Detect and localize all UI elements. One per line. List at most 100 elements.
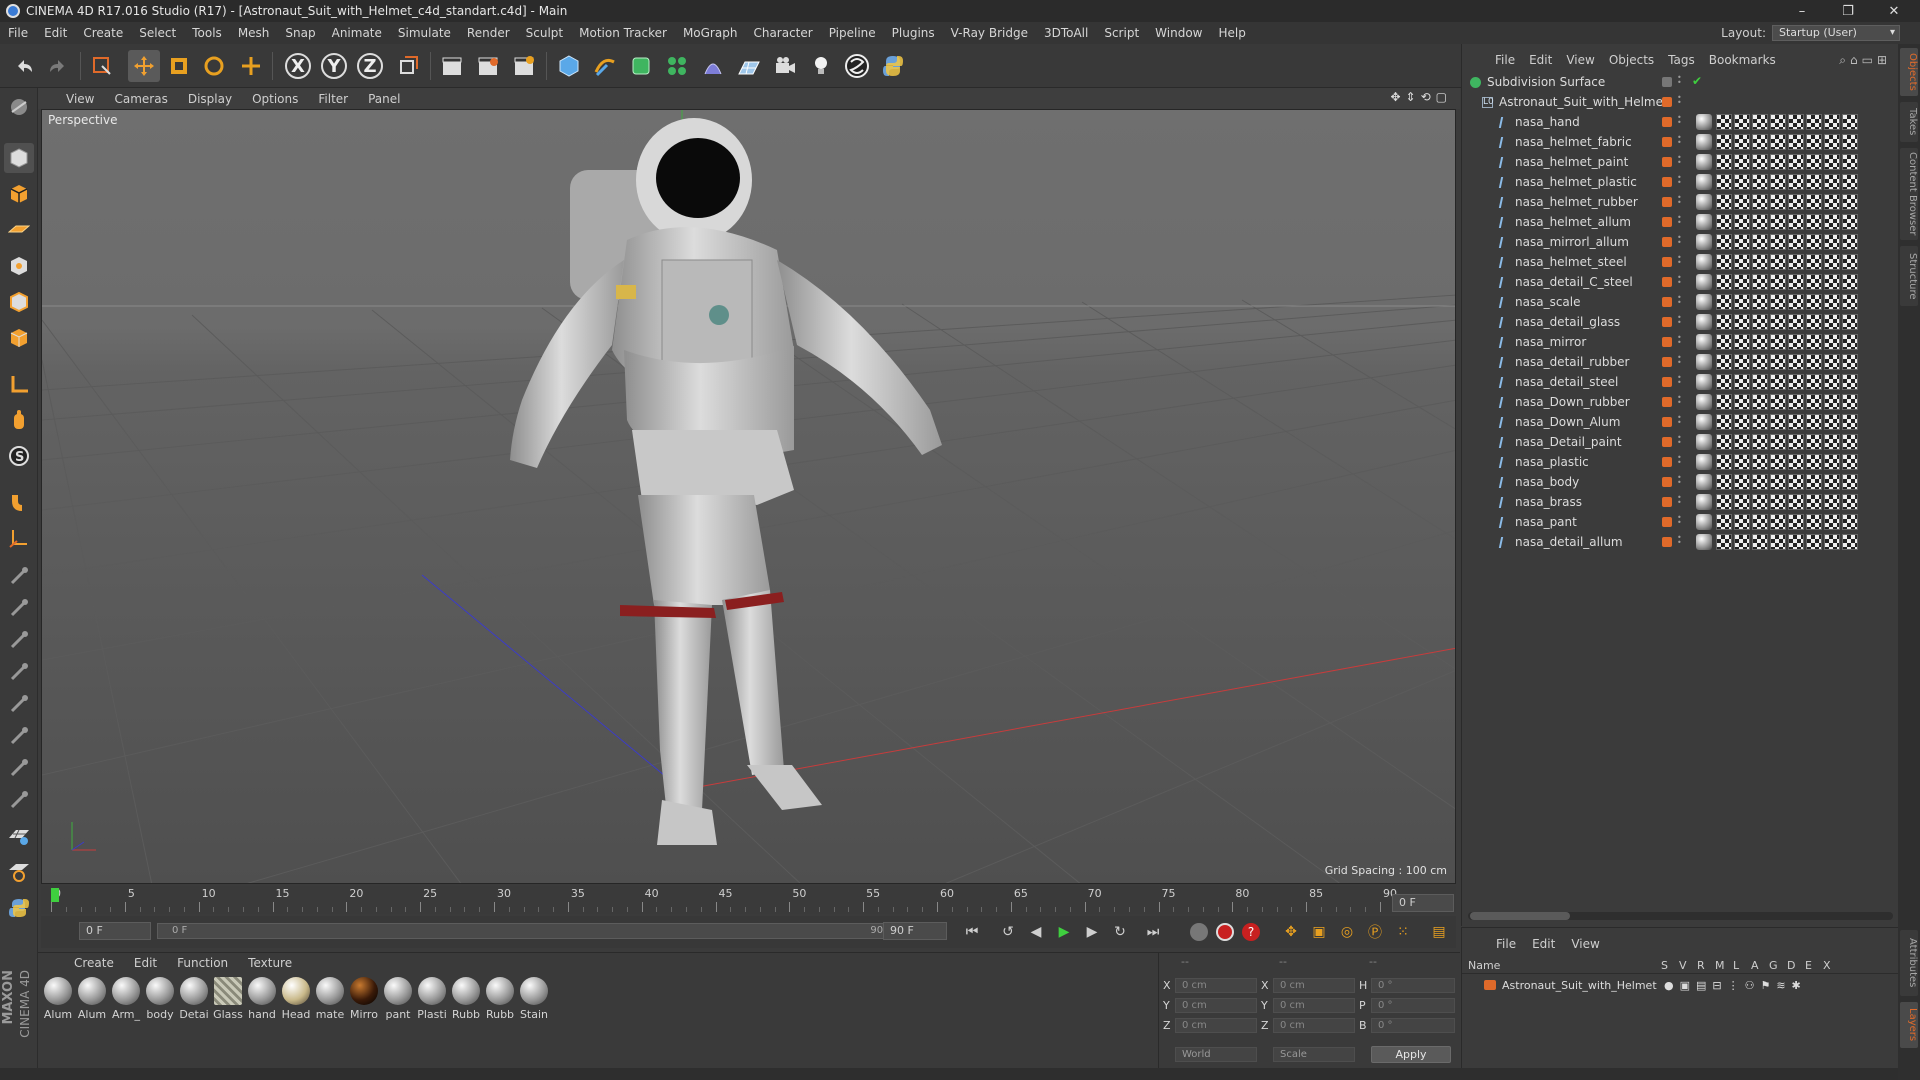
material-menu-function[interactable]: Function xyxy=(167,956,238,970)
texture-tag-icon[interactable] xyxy=(1716,154,1732,170)
current-frame-field[interactable]: 0 F xyxy=(1392,894,1454,912)
texture-tag-icon[interactable] xyxy=(1716,474,1732,490)
viewport-menu-cameras[interactable]: Cameras xyxy=(104,92,177,106)
texture-tag-icon[interactable] xyxy=(1842,134,1858,150)
texture-tag-icon[interactable] xyxy=(1716,214,1732,230)
texture-tag-icon[interactable] xyxy=(1788,434,1804,450)
sculpt-symmetry-button[interactable] xyxy=(4,856,34,886)
texture-tag-icon[interactable] xyxy=(1734,294,1750,310)
texture-tag-icon[interactable] xyxy=(1842,514,1858,530)
menu-script[interactable]: Script xyxy=(1096,26,1147,40)
maximize-button[interactable]: ❐ xyxy=(1826,0,1870,22)
material-tag-icon[interactable] xyxy=(1696,234,1712,250)
python-button[interactable] xyxy=(877,50,909,82)
texture-tag-icon[interactable] xyxy=(1716,334,1732,350)
key-pla-button[interactable]: ⁙ xyxy=(1391,920,1415,944)
coordinate-system-button[interactable] xyxy=(392,50,424,82)
object-row[interactable]: nasa_helmet_rubber • • xyxy=(1462,192,1899,212)
texture-tag-icon[interactable] xyxy=(1770,374,1786,390)
texture-tag-icon[interactable] xyxy=(1842,314,1858,330)
texture-tag-icon[interactable] xyxy=(1752,454,1768,470)
timeline-button[interactable]: ▤ xyxy=(1427,920,1451,944)
visibility-dots-icon[interactable]: • • xyxy=(1677,354,1682,367)
sculpt-grid-button[interactable] xyxy=(4,820,34,850)
key-rotation-button[interactable]: ◎ xyxy=(1335,920,1359,944)
texture-tag-icon[interactable] xyxy=(1770,134,1786,150)
texture-tag-icon[interactable] xyxy=(1788,174,1804,190)
object-row[interactable]: nasa_helmet_fabric • • xyxy=(1462,132,1899,152)
texture-tag-icon[interactable] xyxy=(1788,214,1804,230)
texture-tag-icon[interactable] xyxy=(1752,194,1768,210)
texture-tag-icon[interactable] xyxy=(1770,414,1786,430)
texture-tag-icon[interactable] xyxy=(1752,234,1768,250)
texture-tag-icon[interactable] xyxy=(1806,474,1822,490)
menu-tools[interactable]: Tools xyxy=(184,26,230,40)
material-swatch[interactable]: Detai xyxy=(178,977,210,1021)
visibility-dots-icon[interactable]: • • xyxy=(1677,174,1682,187)
visibility-dots-icon[interactable]: • • xyxy=(1677,94,1682,107)
texture-tag-icon[interactable] xyxy=(1734,514,1750,530)
texture-tag-icon[interactable] xyxy=(1734,254,1750,270)
texture-tag-icon[interactable] xyxy=(1788,374,1804,390)
menu-animate[interactable]: Animate xyxy=(324,26,390,40)
object-horizontal-scrollbar[interactable] xyxy=(1468,912,1893,920)
layer-color-chip[interactable] xyxy=(1662,537,1672,547)
texture-tag-icon[interactable] xyxy=(1716,394,1732,410)
rotation-p-field[interactable]: 0 ° xyxy=(1371,998,1455,1013)
texture-tag-icon[interactable] xyxy=(1716,514,1732,530)
visibility-dots-icon[interactable]: • • xyxy=(1677,254,1682,267)
viewport-navigation-icons[interactable]: ✥⇕⟲▢ xyxy=(1390,90,1452,104)
texture-tag-icon[interactable] xyxy=(1842,174,1858,190)
texture-tag-icon[interactable] xyxy=(1770,154,1786,170)
menu-sculpt[interactable]: Sculpt xyxy=(518,26,571,40)
material-menu-create[interactable]: Create xyxy=(64,956,124,970)
layer-color-chip[interactable] xyxy=(1662,257,1672,267)
texture-tag-icon[interactable] xyxy=(1734,394,1750,410)
redo-button[interactable] xyxy=(42,50,74,82)
sculpt-brush-8[interactable] xyxy=(4,785,34,815)
texture-tag-icon[interactable] xyxy=(1752,114,1768,130)
texture-tag-icon[interactable] xyxy=(1734,434,1750,450)
texture-tag-icon[interactable] xyxy=(1734,234,1750,250)
sculpt-brush-5[interactable] xyxy=(4,689,34,719)
layer-color-chip[interactable] xyxy=(1662,137,1672,147)
layer-menu-file[interactable]: File xyxy=(1488,937,1524,951)
texture-tag-icon[interactable] xyxy=(1770,334,1786,350)
texture-tag-icon[interactable] xyxy=(1716,314,1732,330)
object-menu-view[interactable]: View xyxy=(1559,53,1601,67)
texture-tag-icon[interactable] xyxy=(1806,334,1822,350)
texture-tag-icon[interactable] xyxy=(1734,154,1750,170)
object-row[interactable]: nasa_plastic • • xyxy=(1462,452,1899,472)
render-to-picture-viewer-button[interactable] xyxy=(472,50,504,82)
texture-tag-icon[interactable] xyxy=(1770,394,1786,410)
texture-tag-icon[interactable] xyxy=(1788,134,1804,150)
object-row[interactable]: nasa_helmet_plastic • • xyxy=(1462,172,1899,192)
visibility-dots-icon[interactable]: • • xyxy=(1677,194,1682,207)
prev-key-button[interactable]: ↺ xyxy=(996,920,1020,944)
model-mode-button[interactable] xyxy=(4,143,34,173)
tab-content-browser[interactable]: Content Browser xyxy=(1900,148,1918,240)
material-swatch[interactable]: hand xyxy=(246,977,278,1021)
coord-type-dropdown[interactable]: Scale xyxy=(1273,1047,1355,1062)
key-parameter-button[interactable]: Ⓟ xyxy=(1363,920,1387,944)
material-swatch[interactable]: body xyxy=(144,977,176,1021)
material-tag-icon[interactable] xyxy=(1696,394,1712,410)
texture-tag-icon[interactable] xyxy=(1734,134,1750,150)
layer-col-header[interactable]: D xyxy=(1787,959,1795,972)
texture-tag-icon[interactable] xyxy=(1788,454,1804,470)
material-tag-icon[interactable] xyxy=(1696,434,1712,450)
texture-tag-icon[interactable] xyxy=(1824,494,1840,510)
object-row[interactable]: nasa_helmet_paint • • xyxy=(1462,152,1899,172)
viewport-menu-options[interactable]: Options xyxy=(242,92,308,106)
texture-tag-icon[interactable] xyxy=(1770,474,1786,490)
tab-layers[interactable]: Layers xyxy=(1900,1002,1918,1048)
texture-tag-icon[interactable] xyxy=(1752,294,1768,310)
texture-tag-icon[interactable] xyxy=(1770,434,1786,450)
layer-color-chip[interactable] xyxy=(1662,517,1672,527)
texture-tag-icon[interactable] xyxy=(1788,254,1804,270)
visibility-dots-icon[interactable]: • • xyxy=(1677,494,1682,507)
object-row[interactable]: nasa_pant • • xyxy=(1462,512,1899,532)
object-row[interactable]: nasa_detail_steel • • xyxy=(1462,372,1899,392)
texture-tag-icon[interactable] xyxy=(1824,254,1840,270)
texture-tag-icon[interactable] xyxy=(1824,174,1840,190)
